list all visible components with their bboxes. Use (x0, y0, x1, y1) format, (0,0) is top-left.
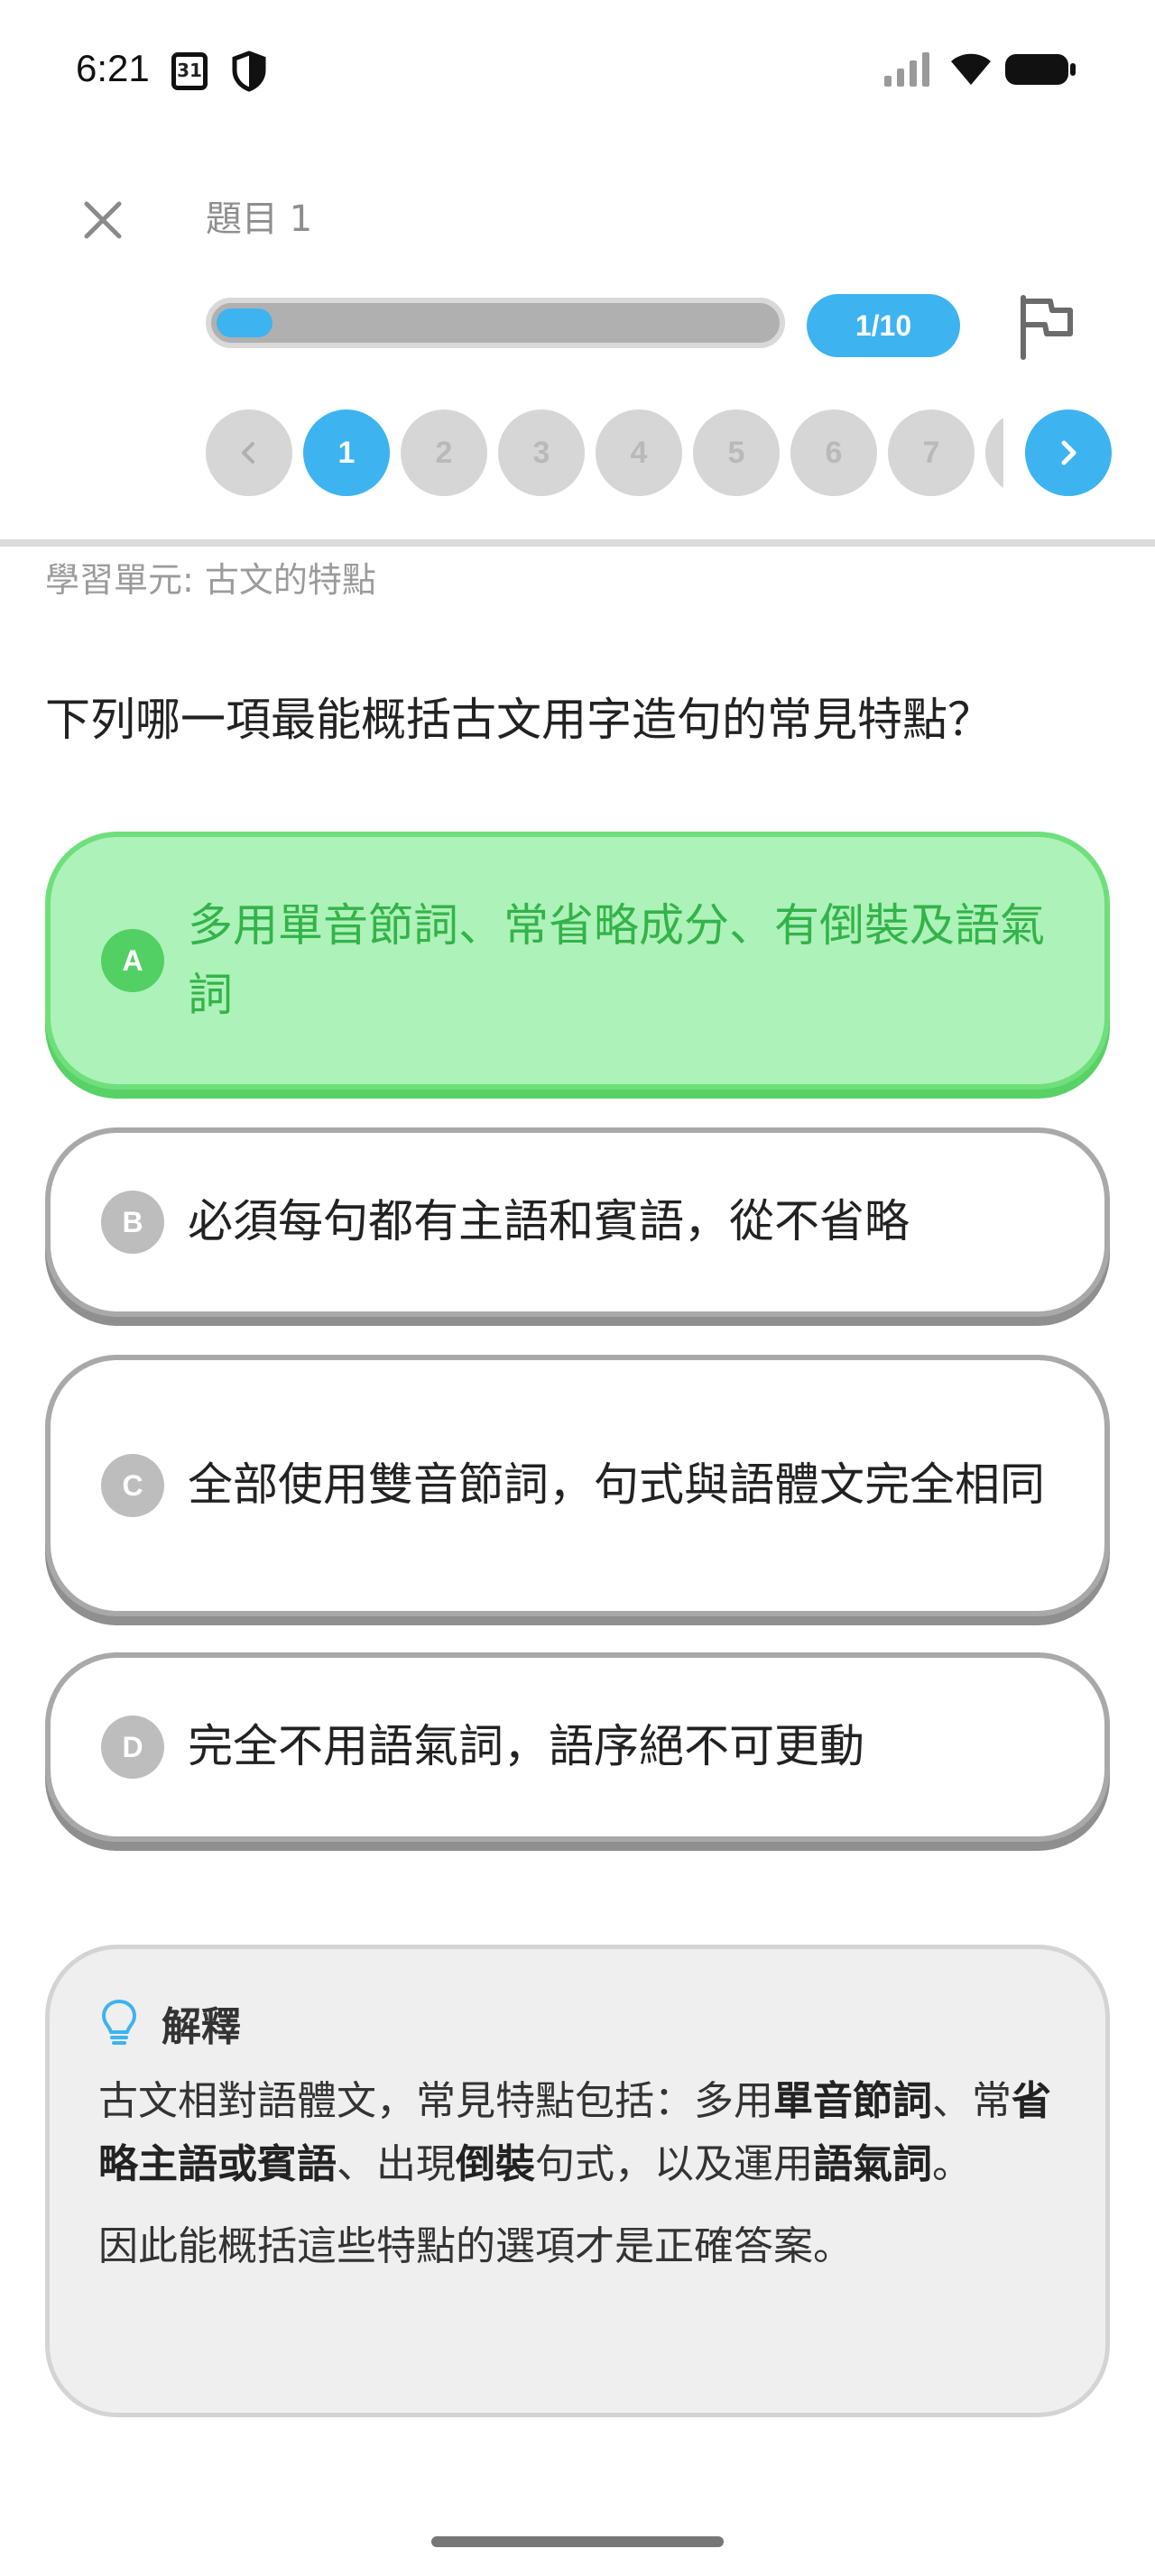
explanation-text: 句式，以及運用 (535, 2141, 813, 2188)
option-d[interactable]: D 完全不用語氣詞，語序絕不可更動 (45, 1652, 1110, 1842)
question-navigator: 12345678910 (206, 409, 1003, 496)
option-letter-badge: B (101, 1191, 164, 1254)
option-text: 多用單音節詞、常省略成分、有倒裝及語氣詞 (188, 898, 1045, 1022)
question-number-1[interactable]: 1 (303, 409, 390, 496)
progress-fill (217, 308, 273, 337)
option-c[interactable]: C 全部使用雙音節詞，句式與語體文完全相同 (45, 1355, 1110, 1616)
option-a[interactable]: A 多用單音節詞、常省略成分、有倒裝及語氣詞 (45, 832, 1110, 1090)
next-question-button[interactable] (1025, 409, 1112, 496)
explanation-text: 、常 (932, 2078, 1012, 2124)
close-icon (84, 201, 122, 239)
home-indicator[interactable] (431, 2536, 724, 2547)
question-title: 題目 1 (206, 198, 313, 240)
signal-icon (884, 52, 929, 87)
wifi-icon (951, 53, 991, 85)
explanation-keyword: 語氣詞 (813, 2141, 932, 2188)
unit-label: 學習單元: 古文的特點 (45, 560, 376, 600)
option-letter-badge: A (101, 929, 164, 992)
explanation-text: 古文相對語體文，常見特點包括：多用 (98, 2078, 773, 2124)
header-divider (0, 539, 1155, 547)
option-letter-badge: C (101, 1454, 164, 1517)
explanation-keyword: 單音節詞 (773, 2078, 932, 2124)
explanation-keyword: 倒裝 (456, 2141, 535, 2188)
question-number-8[interactable]: 8 (985, 409, 1003, 496)
progress-bar (206, 298, 785, 348)
status-bar: 6:21 31 (0, 0, 1155, 144)
status-time: 6:21 (76, 47, 150, 89)
option-text: 必須每句都有主語和賓語，從不省略 (188, 1195, 910, 1248)
explanation-body: 古文相對語體文，常見特點包括：多用單音節詞、常省略主語或賓語、出現倒裝句式，以及… (98, 2070, 1057, 2197)
close-button[interactable] (72, 189, 134, 251)
option-letter-badge: D (101, 1716, 164, 1779)
chevron-left-icon (242, 442, 254, 464)
question-number-5[interactable]: 5 (693, 409, 780, 496)
option-b[interactable]: B 必須每句都有主語和賓語，從不省略 (45, 1127, 1110, 1317)
question-number-2[interactable]: 2 (401, 409, 487, 496)
lightbulb-icon (102, 2000, 136, 2045)
battery-icon (1005, 54, 1076, 85)
option-text: 全部使用雙音節詞，句式與語體文完全相同 (188, 1458, 1045, 1512)
question-number-7[interactable]: 7 (888, 409, 975, 496)
option-text: 完全不用語氣詞，語序絕不可更動 (188, 1720, 864, 1773)
progress-counter: 1/10 (807, 294, 960, 357)
explanation-text: 、出現 (337, 2141, 456, 2188)
flag-icon (1021, 295, 1073, 360)
explanation-title: 解釋 (162, 2004, 241, 2050)
question-text: 下列哪一項最能概括古文用字造句的常見特點？ (45, 694, 993, 746)
prev-question-button[interactable] (206, 409, 292, 496)
explanation-text: 。 (932, 2141, 972, 2188)
explanation-header: 解釋 (98, 1994, 1057, 2052)
question-number-6[interactable]: 6 (790, 409, 877, 496)
flag-button[interactable] (1011, 290, 1083, 363)
question-number-4[interactable]: 4 (596, 409, 682, 496)
explanation-card: 解釋 古文相對語體文，常見特點包括：多用單音節詞、常省略主語或賓語、出現倒裝句式… (45, 1945, 1110, 2417)
shield-icon (232, 51, 266, 92)
question-number-3[interactable]: 3 (498, 409, 585, 496)
calendar-icon: 31 (171, 52, 208, 90)
explanation-conclusion: 因此能概括這些特點的選項才是正確答案。 (98, 2222, 853, 2269)
chevron-right-icon (1061, 440, 1076, 465)
